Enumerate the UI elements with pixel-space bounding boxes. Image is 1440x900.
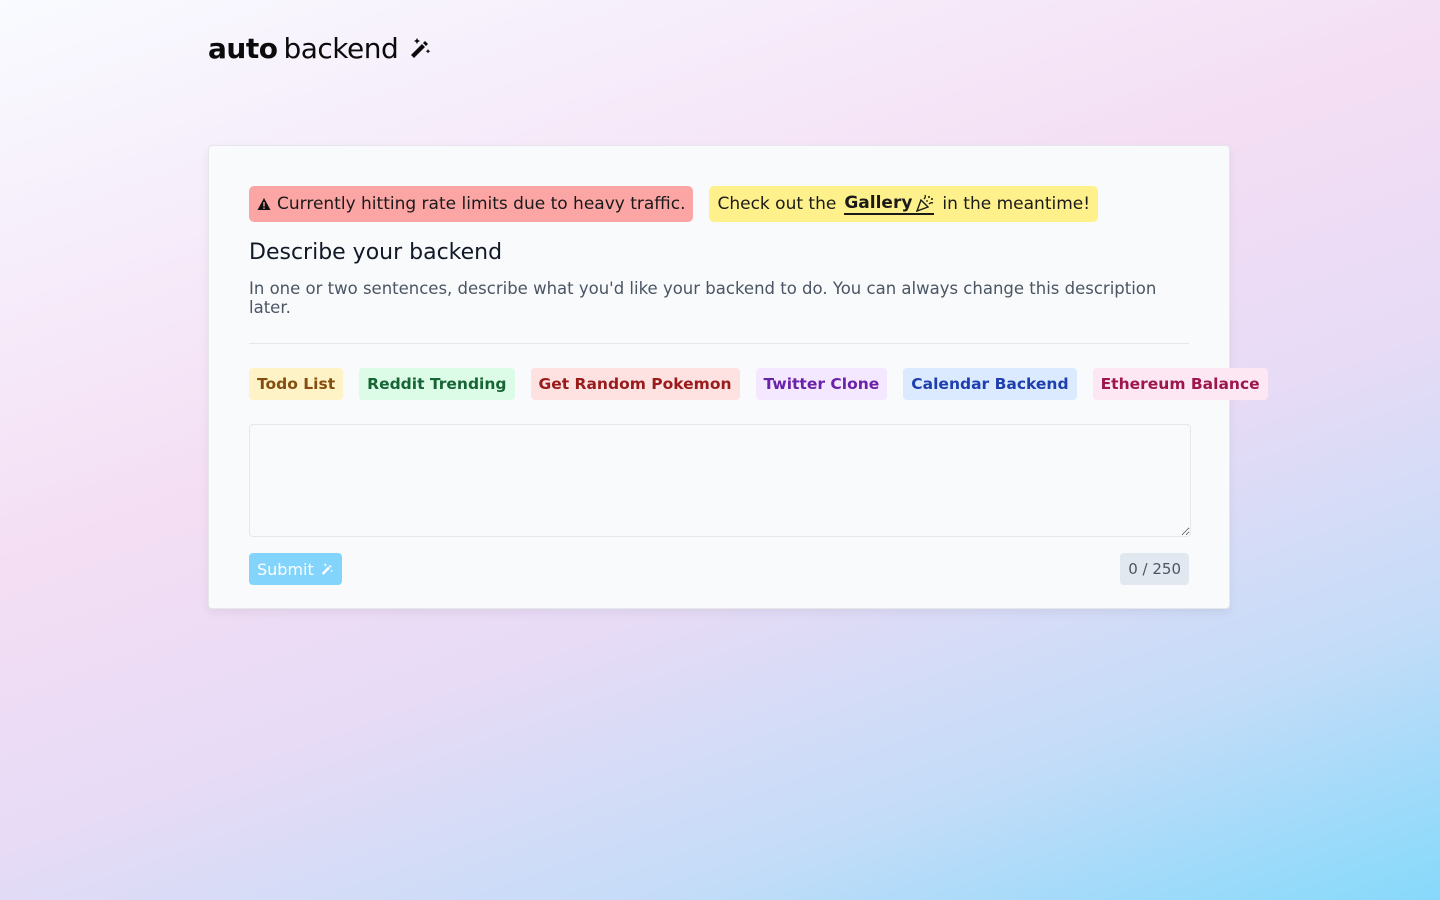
submit-label: Submit	[257, 559, 314, 579]
example-chip-ethereum-balance[interactable]: Ethereum Balance	[1092, 368, 1268, 400]
example-chips: Todo List Reddit Trending Get Random Pok…	[249, 368, 1268, 400]
party-popper-icon	[916, 194, 934, 212]
logo-auto-text: auto	[208, 31, 278, 65]
gallery-link-text: Gallery	[844, 193, 913, 213]
example-chip-calendar-backend[interactable]: Calendar Backend	[903, 368, 1077, 400]
page-title: Describe your backend	[249, 240, 503, 265]
page-description: In one or two sentences, describe what y…	[249, 279, 1157, 317]
gallery-suffix-text: in the meantime!	[942, 194, 1091, 214]
backend-form-card: Currently hitting rate limits due to hea…	[208, 145, 1268, 609]
rate-limit-notice: Currently hitting rate limits due to hea…	[249, 186, 694, 222]
notices-row: Currently hitting rate limits due to hea…	[249, 186, 1189, 222]
logo-backend-text: backend	[283, 31, 399, 65]
example-chip-reddit-trending[interactable]: Reddit Trending	[359, 368, 515, 400]
gallery-notice: Check out the Gallery in the meantime!	[709, 186, 1099, 222]
example-chip-twitter-clone[interactable]: Twitter Clone	[755, 368, 888, 400]
magic-wand-icon	[411, 38, 431, 58]
form-actions: Submit 0 / 250	[249, 553, 1189, 585]
gallery-link[interactable]: Gallery	[844, 193, 935, 215]
example-chip-todo-list[interactable]: Todo List	[249, 368, 344, 400]
submit-button[interactable]: Submit	[249, 553, 342, 585]
backend-description-input[interactable]	[249, 424, 1191, 537]
divider	[249, 343, 1189, 344]
warning-icon	[257, 197, 271, 211]
character-counter: 0 / 250	[1120, 553, 1189, 585]
app-logo[interactable]: auto backend	[208, 30, 432, 66]
gallery-prefix-text: Check out the	[717, 194, 837, 214]
magic-wand-icon	[321, 563, 333, 575]
example-chip-get-random-pokemon[interactable]: Get Random Pokemon	[530, 368, 740, 400]
rate-limit-text: Currently hitting rate limits due to hea…	[277, 194, 686, 214]
